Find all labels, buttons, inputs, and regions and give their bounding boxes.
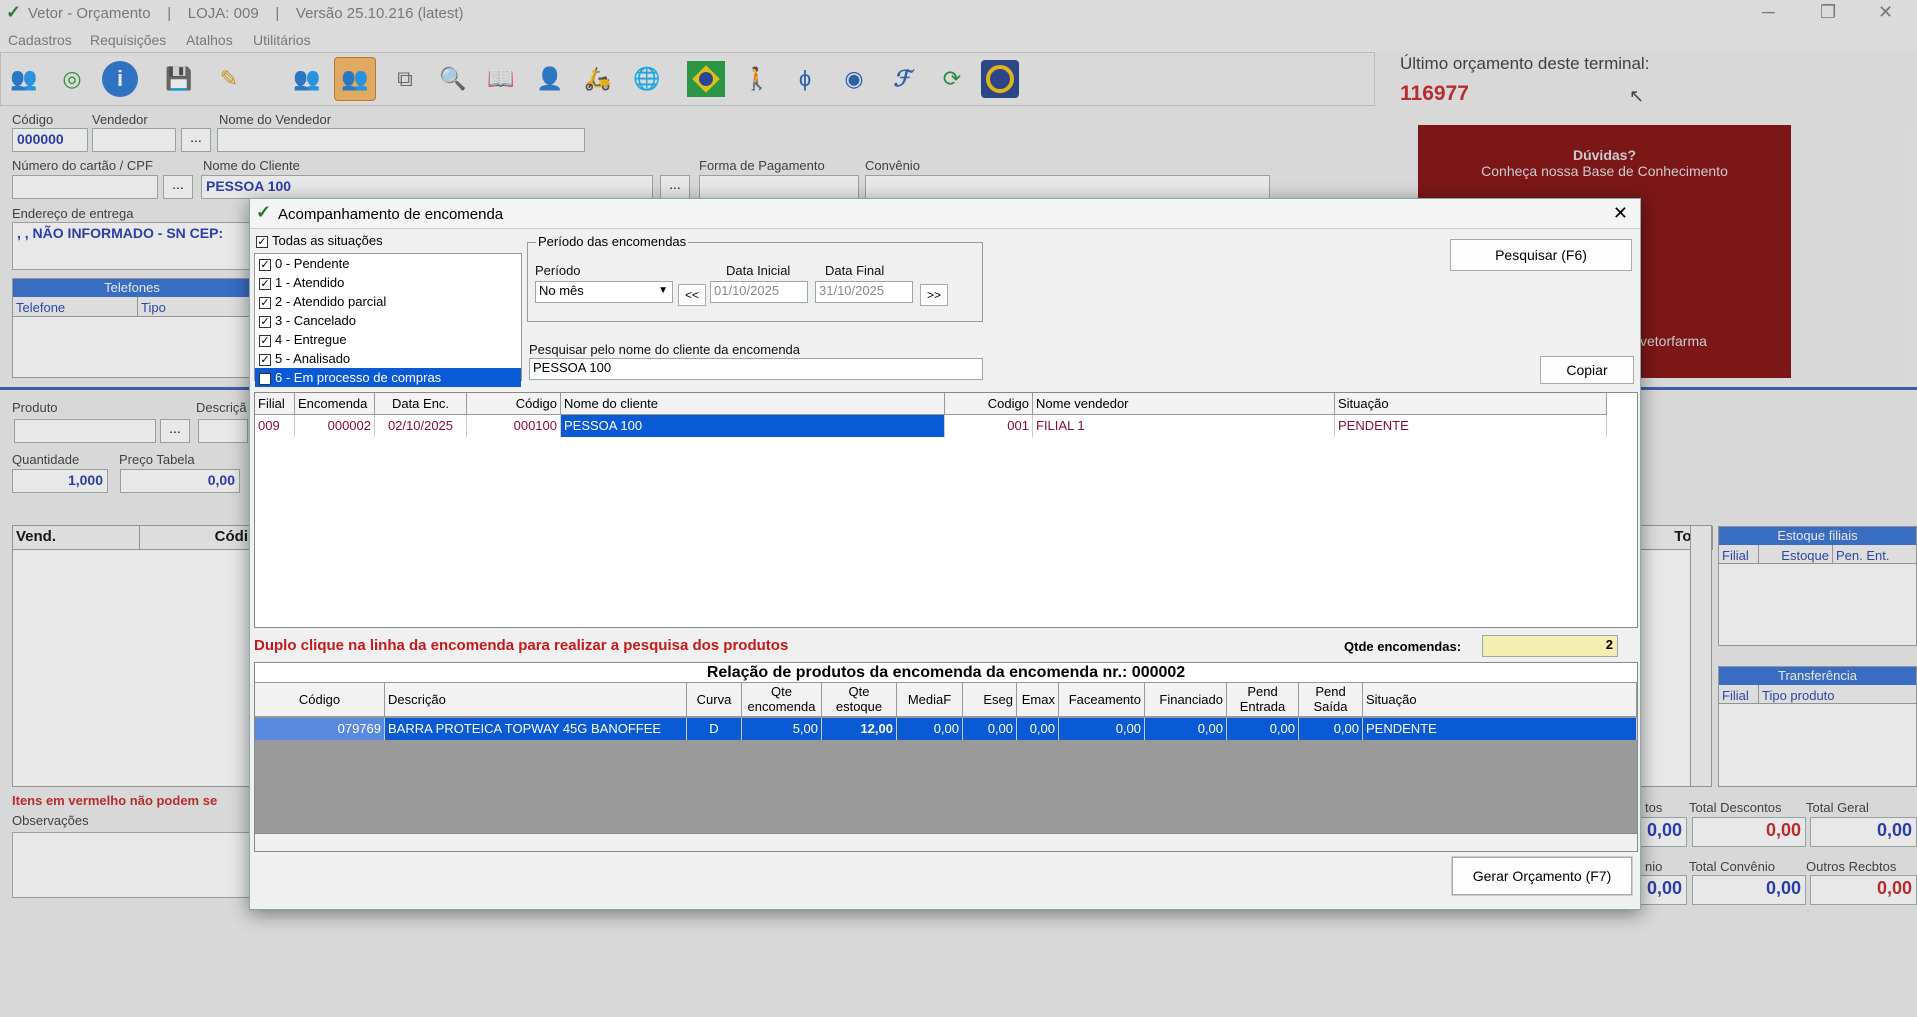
orders-col-vendedor: Nome vendedor <box>1033 393 1335 415</box>
dialog-title-bar: ✓ Acompanhamento de encomenda ✕ <box>250 199 1640 229</box>
todas-check-icon: ✓ <box>256 235 268 248</box>
check-icon: ✓ <box>259 277 271 290</box>
prev-period-button[interactable]: << <box>678 284 706 306</box>
prod-cell-curva: D <box>687 718 742 740</box>
prod-cell-financiado: 0,00 <box>1145 718 1227 740</box>
prod-col-faceamento: Faceamento <box>1059 683 1145 717</box>
periodo-label: Período <box>535 263 581 278</box>
orders-col-codigo-vend: Codigo <box>945 393 1033 415</box>
periodo-value: No mês <box>539 283 584 298</box>
next-period-button[interactable]: >> <box>920 284 948 306</box>
cell-data: 02/10/2025 <box>375 415 467 437</box>
prod-col-situacao: Situação <box>1363 683 1637 717</box>
orders-col-filial: Filial <box>255 393 295 415</box>
prod-col-eseg: Eseg <box>963 683 1017 717</box>
products-title: Relação de produtos da encomenda da enco… <box>255 663 1637 683</box>
search-input[interactable]: PESSOA 100 <box>529 358 983 380</box>
check-icon: ✓ <box>259 334 271 347</box>
prod-cell-mediaf: 0,00 <box>897 718 963 740</box>
chevron-down-icon: ▼ <box>658 285 668 296</box>
search-label: Pesquisar pelo nome do cliente da encome… <box>529 342 801 357</box>
cell-codigo-vend: 001 <box>945 415 1033 437</box>
data-inicial-field[interactable]: 01/10/2025 <box>710 281 808 303</box>
prod-col-emax: Emax <box>1017 683 1059 717</box>
situacao-item[interactable]: ✓ 3 - Cancelado <box>255 311 521 330</box>
prod-col-qte-enc: Qte encomenda <box>742 683 822 717</box>
situacao-label: 2 - Atendido parcial <box>275 294 387 309</box>
prod-cell-emax: 0,00 <box>1017 718 1059 740</box>
prod-col-qte-est: Qte estoque <box>822 683 897 717</box>
cell-cliente: PESSOA 100 <box>561 415 945 437</box>
situacao-item[interactable]: ✓ 5 - Analisado <box>255 349 521 368</box>
prod-col-financiado: Financiado <box>1145 683 1227 717</box>
periodo-select[interactable]: No mês ▼ <box>535 281 673 303</box>
periodo-group: Período das encomendas Período No mês ▼ <… <box>527 234 983 322</box>
orders-grid[interactable]: Filial Encomenda Data Enc. Código Nome d… <box>254 392 1638 628</box>
situacao-label: 0 - Pendente <box>275 256 350 271</box>
data-inicial-label: Data Inicial <box>726 263 791 278</box>
table-row[interactable]: 009 000002 02/10/2025 000100 PESSOA 100 … <box>255 415 1607 437</box>
qtde-field: 2 <box>1482 635 1618 657</box>
prod-cell-descricao: BARRA PROTEICA TOPWAY 45G BANOFFEE <box>385 718 687 740</box>
orders-col-codigo: Código <box>467 393 561 415</box>
check-icon: ✓ <box>259 372 271 385</box>
cell-codigo: 000100 <box>467 415 561 437</box>
qtde-label: Qtde encomendas: <box>1344 639 1462 654</box>
orders-col-cliente: Nome do cliente <box>561 393 945 415</box>
products-grid[interactable]: Relação de produtos da encomenda da enco… <box>254 662 1638 852</box>
dialog-title: Acompanhamento de encomenda <box>278 206 504 223</box>
prod-cell-pend-saida: 0,00 <box>1299 718 1363 740</box>
prod-col-mediaf: MediaF <box>897 683 963 717</box>
products-footer <box>255 833 1637 851</box>
dialog-close-button[interactable]: ✕ <box>1613 203 1628 224</box>
cell-vendedor: FILIAL 1 <box>1033 415 1335 437</box>
prod-cell-eseg: 0,00 <box>963 718 1017 740</box>
periodo-group-title: Período das encomendas <box>536 234 689 249</box>
prod-col-codigo: Código <box>255 683 385 717</box>
check-icon: ✓ <box>259 353 271 366</box>
situacao-item[interactable]: ✓ 0 - Pendente <box>255 254 521 273</box>
products-header: Código Descrição Curva Qte encomenda Qte… <box>255 683 1637 717</box>
prod-col-pend-entrada: Pend Entrada <box>1227 683 1299 717</box>
gerar-orcamento-button[interactable]: Gerar Orçamento (F7) <box>1452 857 1632 895</box>
situacoes-list[interactable]: ✓ 0 - Pendente ✓ 1 - Atendido ✓ 2 - Atendid… <box>254 253 522 387</box>
check-icon: ✓ <box>259 258 271 271</box>
orders-col-encomenda: Encomenda <box>295 393 375 415</box>
situacao-item[interactable]: ✓ 4 - Entregue <box>255 330 521 349</box>
cell-situacao: PENDENTE <box>1335 415 1607 437</box>
check-icon: ✓ <box>259 315 271 328</box>
prod-cell-qte-enc: 5,00 <box>742 718 822 740</box>
todas-checkbox[interactable]: ✓ Todas as situações <box>256 233 383 248</box>
situacao-item[interactable]: ✓ 2 - Atendido parcial <box>255 292 521 311</box>
data-final-label: Data Final <box>825 263 885 278</box>
acompanhamento-dialog: ✓ Acompanhamento de encomenda ✕ ✓ Todas a… <box>249 198 1641 910</box>
prod-cell-situacao: PENDENTE <box>1363 718 1637 740</box>
situacao-label: 1 - Atendido <box>275 275 345 290</box>
situacao-label: 5 - Analisado <box>275 351 351 366</box>
prod-cell-codigo: 079769 <box>255 718 385 740</box>
prod-col-curva: Curva <box>687 683 742 717</box>
check-icon: ✓ <box>259 296 271 309</box>
situacao-item-selected[interactable]: ✓ 6 - Em processo de compras <box>255 368 521 387</box>
prod-col-descricao: Descrição <box>385 683 687 717</box>
pesquisar-button[interactable]: Pesquisar (F6) <box>1450 239 1632 271</box>
hint-text: Duplo clique na linha da encomenda para … <box>254 637 789 654</box>
table-row[interactable]: 079769 BARRA PROTEICA TOPWAY 45G BANOFFE… <box>255 718 1637 740</box>
situacao-label: 3 - Cancelado <box>275 313 356 328</box>
copiar-button[interactable]: Copiar <box>1540 356 1634 384</box>
prod-cell-faceamento: 0,00 <box>1059 718 1145 740</box>
orders-col-situacao: Situação <box>1335 393 1607 415</box>
prod-cell-qte-est: 12,00 <box>822 718 897 740</box>
prod-col-pend-saida: Pend Saída <box>1299 683 1363 717</box>
situacao-label: 6 - Em processo de compras <box>275 370 442 385</box>
todas-label: Todas as situações <box>272 233 383 248</box>
orders-col-data: Data Enc. <box>375 393 467 415</box>
dialog-check-icon: ✓ <box>256 202 272 222</box>
data-final-field[interactable]: 31/10/2025 <box>815 281 913 303</box>
cell-filial: 009 <box>255 415 295 437</box>
prod-cell-pend-entrada: 0,00 <box>1227 718 1299 740</box>
cell-encomenda: 000002 <box>295 415 375 437</box>
situacao-label: 4 - Entregue <box>275 332 347 347</box>
situacao-item[interactable]: ✓ 1 - Atendido <box>255 273 521 292</box>
